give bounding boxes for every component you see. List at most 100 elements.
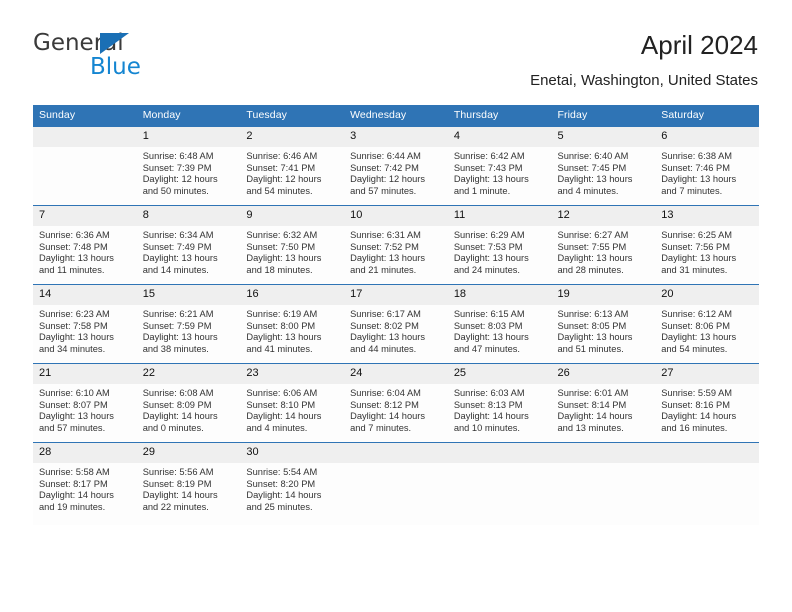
calendar-day-cell[interactable]: 19 Sunrise: 6:13 AM Sunset: 8:05 PM Dayligh… xyxy=(551,284,656,364)
day-number: 27 xyxy=(655,364,759,384)
day-sun-info: Sunrise: 6:34 AM Sunset: 7:49 PM Daylight:… xyxy=(137,226,241,276)
sunset-text: Sunset: 8:00 PM xyxy=(246,320,316,331)
sunrise-text: Sunrise: 5:54 AM xyxy=(246,467,318,477)
sunrise-text: Sunrise: 6:10 AM xyxy=(39,388,110,398)
daylight-text-line2: and 50 minutes. xyxy=(142,185,209,196)
calendar-day-cell[interactable]: 22 Sunrise: 6:08 AM Sunset: 8:09 PM Dayligh… xyxy=(136,363,241,443)
sunset-text: Sunset: 7:45 PM xyxy=(557,162,627,173)
calendar-day-cell[interactable]: 26 Sunrise: 6:01 AM Sunset: 8:14 PM Dayligh… xyxy=(551,363,656,443)
calendar-day-cell[interactable]: 18 Sunrise: 6:15 AM Sunset: 8:03 PM Dayligh… xyxy=(447,284,552,364)
calendar-day-cell[interactable]: 29 Sunrise: 5:56 AM Sunset: 8:19 PM Dayligh… xyxy=(136,442,241,525)
calendar-day-cell[interactable]: 28 Sunrise: 5:58 AM Sunset: 8:17 PM Dayligh… xyxy=(33,442,137,525)
calendar-page: General Blue April 2024 Enetai, Washingt… xyxy=(0,0,792,612)
daylight-text-line2: and 4 minutes. xyxy=(557,185,619,196)
calendar-day-cell[interactable]: 24 Sunrise: 6:04 AM Sunset: 8:12 PM Dayligh… xyxy=(344,363,448,443)
daylight-text-line1: Daylight: 13 hours xyxy=(142,332,218,343)
calendar-day-cell[interactable]: 5 Sunrise: 6:40 AM Sunset: 7:45 PM Daylight… xyxy=(551,126,656,206)
day-number: 10 xyxy=(344,206,448,226)
day-number: 21 xyxy=(33,364,137,384)
calendar-day-cell[interactable]: 20 Sunrise: 6:12 AM Sunset: 8:06 PM Dayligh… xyxy=(655,284,759,364)
day-sun-info: Sunrise: 6:19 AM Sunset: 8:00 PM Daylight:… xyxy=(240,305,344,355)
day-sun-info: Sunrise: 6:42 AM Sunset: 7:43 PM Daylight:… xyxy=(448,147,552,197)
day-number: 17 xyxy=(344,285,448,305)
day-sun-info: Sunrise: 6:44 AM Sunset: 7:42 PM Daylight:… xyxy=(344,147,448,197)
daylight-text-line1: Daylight: 14 hours xyxy=(350,411,426,422)
calendar-week-row: 1 Sunrise: 6:48 AM Sunset: 7:39 PM Daylight… xyxy=(33,126,759,206)
daylight-text-line2: and 14 minutes. xyxy=(142,264,209,275)
day-number: 22 xyxy=(136,364,241,384)
sunrise-text: Sunrise: 6:27 AM xyxy=(557,230,629,240)
daylight-text-line2: and 16 minutes. xyxy=(661,422,728,433)
day-sun-info: Sunrise: 5:59 AM Sunset: 8:16 PM Daylight:… xyxy=(655,384,759,434)
sunset-text: Sunset: 7:52 PM xyxy=(350,241,419,252)
calendar-empty-cell xyxy=(33,126,137,206)
sunrise-text: Sunrise: 6:21 AM xyxy=(142,309,214,319)
day-number: 7 xyxy=(33,206,137,226)
calendar-day-cell[interactable]: 6 Sunrise: 6:38 AM Sunset: 7:46 PM Daylight… xyxy=(655,126,759,206)
sunset-text: Sunset: 7:41 PM xyxy=(246,162,316,173)
sunrise-text: Sunrise: 6:46 AM xyxy=(246,151,318,161)
sunset-text: Sunset: 7:50 PM xyxy=(246,241,316,252)
daylight-text-line1: Daylight: 14 hours xyxy=(246,411,322,422)
calendar-day-cell[interactable]: 10 Sunrise: 6:31 AM Sunset: 7:52 PM Dayligh… xyxy=(344,205,448,285)
daylight-text-line2: and 10 minutes. xyxy=(453,422,520,433)
calendar-week-row: 21 Sunrise: 6:10 AM Sunset: 8:07 PM Dayligh… xyxy=(33,363,759,443)
sunset-text: Sunset: 7:55 PM xyxy=(557,241,627,252)
daylight-text-line2: and 57 minutes. xyxy=(39,422,106,433)
calendar-empty-cell xyxy=(655,442,759,525)
daylight-text-line2: and 4 minutes. xyxy=(246,422,308,433)
day-number: 15 xyxy=(136,285,241,305)
calendar-day-cell[interactable]: 13 Sunrise: 6:25 AM Sunset: 7:56 PM Dayligh… xyxy=(655,205,759,285)
sunset-text: Sunset: 8:03 PM xyxy=(453,320,523,331)
calendar-day-cell[interactable]: 9 Sunrise: 6:32 AM Sunset: 7:50 PM Daylight… xyxy=(240,205,345,285)
calendar-day-cell[interactable]: 7 Sunrise: 6:36 AM Sunset: 7:48 PM Daylight… xyxy=(33,205,137,285)
daylight-text-line1: Daylight: 13 hours xyxy=(453,174,529,185)
calendar-day-cell[interactable]: 27 Sunrise: 5:59 AM Sunset: 8:16 PM Dayligh… xyxy=(655,363,759,443)
day-number: 18 xyxy=(447,285,552,305)
logo-text-blue: Blue xyxy=(90,54,141,80)
weekday-header-wednesday: Wednesday xyxy=(344,105,448,127)
calendar-day-cell[interactable]: 30 Sunrise: 5:54 AM Sunset: 8:20 PM Dayligh… xyxy=(240,442,345,525)
calendar-day-cell[interactable]: 1 Sunrise: 6:48 AM Sunset: 7:39 PM Daylight… xyxy=(136,126,241,206)
sunset-text: Sunset: 8:17 PM xyxy=(39,478,108,489)
day-number: 13 xyxy=(655,206,759,226)
calendar-day-cell[interactable]: 4 Sunrise: 6:42 AM Sunset: 7:43 PM Daylight… xyxy=(447,126,552,206)
daylight-text-line2: and 25 minutes. xyxy=(246,501,313,512)
sunset-text: Sunset: 7:48 PM xyxy=(39,241,108,252)
daylight-text-line1: Daylight: 14 hours xyxy=(142,490,218,501)
daylight-text-line1: Daylight: 13 hours xyxy=(661,253,737,264)
calendar-day-cell[interactable]: 12 Sunrise: 6:27 AM Sunset: 7:55 PM Dayligh… xyxy=(551,205,656,285)
daylight-text-line1: Daylight: 13 hours xyxy=(453,253,529,264)
calendar-day-cell[interactable]: 11 Sunrise: 6:29 AM Sunset: 7:53 PM Dayligh… xyxy=(447,205,552,285)
daylight-text-line1: Daylight: 13 hours xyxy=(661,174,737,185)
calendar-day-cell[interactable]: 8 Sunrise: 6:34 AM Sunset: 7:49 PM Daylight… xyxy=(136,205,241,285)
calendar-day-cell[interactable]: 2 Sunrise: 6:46 AM Sunset: 7:41 PM Daylight… xyxy=(240,126,345,206)
daylight-text-line2: and 13 minutes. xyxy=(557,422,624,433)
sunrise-text: Sunrise: 6:48 AM xyxy=(142,151,214,161)
calendar-day-cell[interactable]: 23 Sunrise: 6:06 AM Sunset: 8:10 PM Dayligh… xyxy=(240,363,345,443)
daylight-text-line2: and 54 minutes. xyxy=(246,185,313,196)
calendar-day-cell[interactable]: 16 Sunrise: 6:19 AM Sunset: 8:00 PM Dayligh… xyxy=(240,284,345,364)
sunset-text: Sunset: 7:56 PM xyxy=(661,241,730,252)
calendar-day-cell[interactable]: 17 Sunrise: 6:17 AM Sunset: 8:02 PM Dayligh… xyxy=(344,284,448,364)
day-sun-info: Sunrise: 5:56 AM Sunset: 8:19 PM Daylight:… xyxy=(137,463,241,513)
sunrise-text: Sunrise: 6:12 AM xyxy=(661,309,733,319)
sunrise-text: Sunrise: 6:31 AM xyxy=(350,230,421,240)
calendar-day-cell[interactable]: 21 Sunrise: 6:10 AM Sunset: 8:07 PM Dayligh… xyxy=(33,363,137,443)
day-number: 20 xyxy=(655,285,759,305)
day-number: 6 xyxy=(655,127,759,147)
generalblue-logo[interactable]: General Blue xyxy=(33,31,223,83)
weekday-header-thursday: Thursday xyxy=(447,105,552,127)
sunset-text: Sunset: 8:19 PM xyxy=(142,478,212,489)
day-number: 1 xyxy=(136,127,241,147)
day-number: 25 xyxy=(447,364,552,384)
calendar-day-cell[interactable]: 15 Sunrise: 6:21 AM Sunset: 7:59 PM Dayligh… xyxy=(136,284,241,364)
calendar-day-cell[interactable]: 3 Sunrise: 6:44 AM Sunset: 7:42 PM Daylight… xyxy=(344,126,448,206)
sunset-text: Sunset: 8:05 PM xyxy=(557,320,627,331)
calendar-day-cell[interactable]: 25 Sunrise: 6:03 AM Sunset: 8:13 PM Dayligh… xyxy=(447,363,552,443)
day-number: 2 xyxy=(240,127,345,147)
daylight-text-line1: Daylight: 13 hours xyxy=(39,332,114,343)
calendar-day-cell[interactable]: 14 Sunrise: 6:23 AM Sunset: 7:58 PM Dayligh… xyxy=(33,284,137,364)
day-number: 23 xyxy=(240,364,345,384)
day-number: 14 xyxy=(33,285,137,305)
